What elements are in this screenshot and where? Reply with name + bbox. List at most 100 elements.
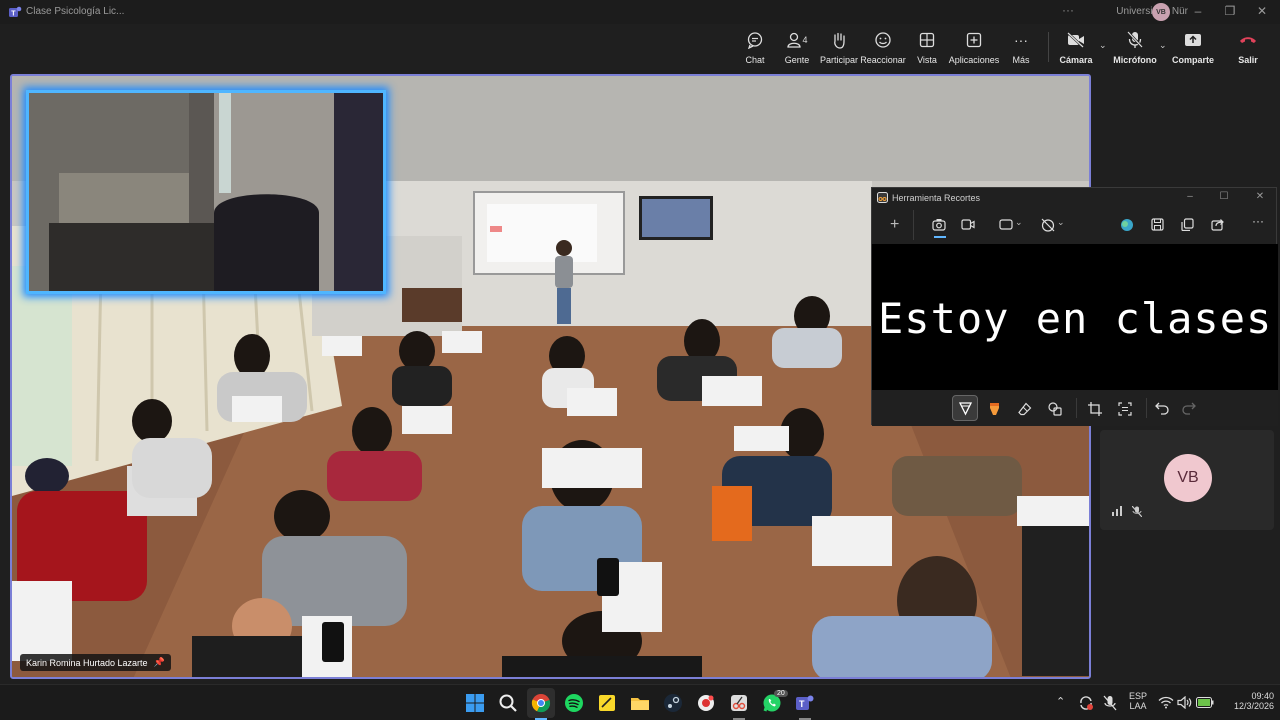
- file-explorer-icon[interactable]: [630, 693, 650, 713]
- participant-name-tag: Karin Romina Hurtado Lazarte 📌: [20, 654, 171, 671]
- window-title: Clase Psicología Lic...: [26, 6, 125, 17]
- view-label: Vista: [917, 55, 937, 65]
- mic-off-icon: [1125, 30, 1145, 50]
- search-icon[interactable]: [498, 693, 518, 713]
- timer-chevron-icon[interactable]: ⌄: [1057, 217, 1065, 228]
- eraser-icon[interactable]: [1018, 402, 1032, 416]
- undo-icon[interactable]: [1155, 402, 1169, 415]
- participant-name: Karin Romina Hurtado Lazarte: [26, 657, 148, 668]
- people-icon: 4: [784, 30, 810, 50]
- signal-strength-icon: [1112, 506, 1122, 516]
- people-count: 4: [802, 35, 808, 45]
- share-label: Comparte: [1171, 55, 1214, 65]
- clock[interactable]: 09:40 12/3/2026: [1210, 691, 1274, 711]
- grid-view-icon: [917, 30, 937, 50]
- spotify-icon[interactable]: [564, 693, 584, 713]
- camera-off-icon: [1066, 30, 1086, 50]
- shapes-icon[interactable]: [1048, 402, 1062, 416]
- share-icon[interactable]: [1211, 218, 1224, 231]
- snipping-tool-taskbar-icon[interactable]: [729, 693, 749, 713]
- windows-taskbar: 20 T ⌃ ESP LAA 09:40 12/3/2026: [0, 684, 1280, 720]
- self-video-image: [29, 93, 383, 291]
- screenshot-mode-icon[interactable]: [932, 218, 946, 231]
- date: 12/3/2026: [1233, 701, 1274, 711]
- input-language[interactable]: ESP LAA: [1126, 691, 1150, 711]
- ballpoint-pen-icon: [959, 402, 972, 416]
- snip-canvas[interactable]: Estoy en clases: [872, 244, 1278, 390]
- video-mode-icon[interactable]: [961, 219, 975, 230]
- windows-start-icon[interactable]: [465, 693, 485, 713]
- toolbar-divider: [913, 210, 914, 240]
- steam-icon[interactable]: [663, 693, 683, 713]
- snipping-tool-window[interactable]: Herramienta Recortes – ☐ ✕ + ⌄ ⌄ ··· Est…: [871, 187, 1278, 426]
- mic-in-use-icon[interactable]: [1103, 695, 1117, 711]
- snip-minimize-icon[interactable]: –: [1180, 191, 1200, 202]
- handwritten-text: Estoy en clases: [878, 294, 1273, 343]
- self-video-preview[interactable]: [26, 90, 386, 294]
- crop-icon[interactable]: [1088, 402, 1102, 416]
- markup-divider: [1146, 398, 1147, 418]
- no-delay-timer-icon[interactable]: [1041, 218, 1055, 232]
- save-icon[interactable]: [1151, 218, 1164, 231]
- active-mode-indicator: [934, 236, 946, 238]
- snipping-tool-title: Herramienta Recortes: [892, 193, 981, 203]
- teams-logo-icon: T: [9, 6, 22, 18]
- camera-button[interactable]: Cámara: [1048, 30, 1104, 65]
- teams-taskbar-icon[interactable]: T: [795, 693, 815, 713]
- participant-tile[interactable]: VB: [1100, 430, 1274, 530]
- mic-label: Micrófono: [1113, 55, 1157, 65]
- maximize-icon[interactable]: ❐: [1220, 4, 1240, 18]
- wifi-icon[interactable]: [1158, 696, 1174, 709]
- snip-shape-icon[interactable]: [999, 219, 1013, 230]
- minimize-icon[interactable]: –: [1188, 4, 1208, 18]
- meeting-toolbar: Chat 4 Gente Participar Reaccionar Vista…: [0, 24, 1280, 72]
- snipping-tool-logo-icon: [877, 192, 888, 203]
- new-snip-icon[interactable]: +: [890, 216, 899, 234]
- pin-icon[interactable]: 📌: [154, 657, 165, 668]
- chrome-icon[interactable]: [531, 693, 551, 713]
- chat-label: Chat: [745, 55, 765, 65]
- smiley-icon: [873, 30, 893, 50]
- camera-options-chevron-icon[interactable]: ⌄: [1099, 40, 1107, 51]
- more-button[interactable]: ··· Más: [993, 30, 1049, 65]
- text-actions-icon[interactable]: [1118, 402, 1132, 416]
- share-screen-icon: [1183, 30, 1203, 50]
- people-label: Gente: [784, 55, 810, 65]
- svg-text:T: T: [11, 11, 16, 18]
- account-avatar[interactable]: VB: [1152, 3, 1170, 21]
- tray-overflow-chevron-icon[interactable]: ⌃: [1056, 695, 1065, 708]
- more-label: Más: [1012, 55, 1030, 65]
- copy-icon[interactable]: [1181, 218, 1194, 231]
- hang-up-icon: [1238, 30, 1258, 50]
- more-options-icon[interactable]: ···: [1062, 3, 1074, 17]
- share-button[interactable]: Comparte: [1165, 30, 1221, 65]
- snip-shape-chevron-icon[interactable]: ⌄: [1015, 217, 1023, 228]
- markup-divider: [1076, 398, 1077, 418]
- recorder-icon[interactable]: [696, 693, 716, 713]
- pen-tool-button[interactable]: [952, 395, 978, 421]
- snip-maximize-icon[interactable]: ☐: [1214, 191, 1234, 202]
- sticky-notes-icon[interactable]: [597, 693, 617, 713]
- leave-button[interactable]: Salir: [1220, 30, 1276, 65]
- highlighter-icon[interactable]: [988, 402, 1001, 416]
- redo-icon[interactable]: [1182, 402, 1196, 415]
- camera-label: Cámara: [1059, 55, 1093, 65]
- raise-hand-icon: [829, 30, 849, 50]
- apps-label: Aplicaciones: [948, 55, 1000, 65]
- raise-hand-label: Participar: [819, 55, 858, 65]
- volume-icon[interactable]: [1177, 696, 1192, 709]
- participant-avatar: VB: [1164, 454, 1212, 502]
- title-bar: T Clase Psicología Lic... ··· Universida…: [0, 0, 1280, 24]
- mic-muted-icon: [1132, 506, 1142, 517]
- chat-icon: [745, 30, 765, 50]
- sync-icon[interactable]: [1078, 695, 1094, 711]
- keyboard-layout: LAA: [1129, 701, 1147, 711]
- snip-more-icon[interactable]: ···: [1252, 214, 1264, 228]
- svg-text:T: T: [799, 699, 805, 709]
- participant-status: [1112, 506, 1142, 517]
- mic-button[interactable]: Micrófono: [1107, 30, 1163, 65]
- copilot-icon[interactable]: [1120, 218, 1134, 232]
- snip-close-icon[interactable]: ✕: [1250, 191, 1270, 202]
- time: 09:40: [1251, 691, 1274, 701]
- close-icon[interactable]: ✕: [1252, 4, 1272, 18]
